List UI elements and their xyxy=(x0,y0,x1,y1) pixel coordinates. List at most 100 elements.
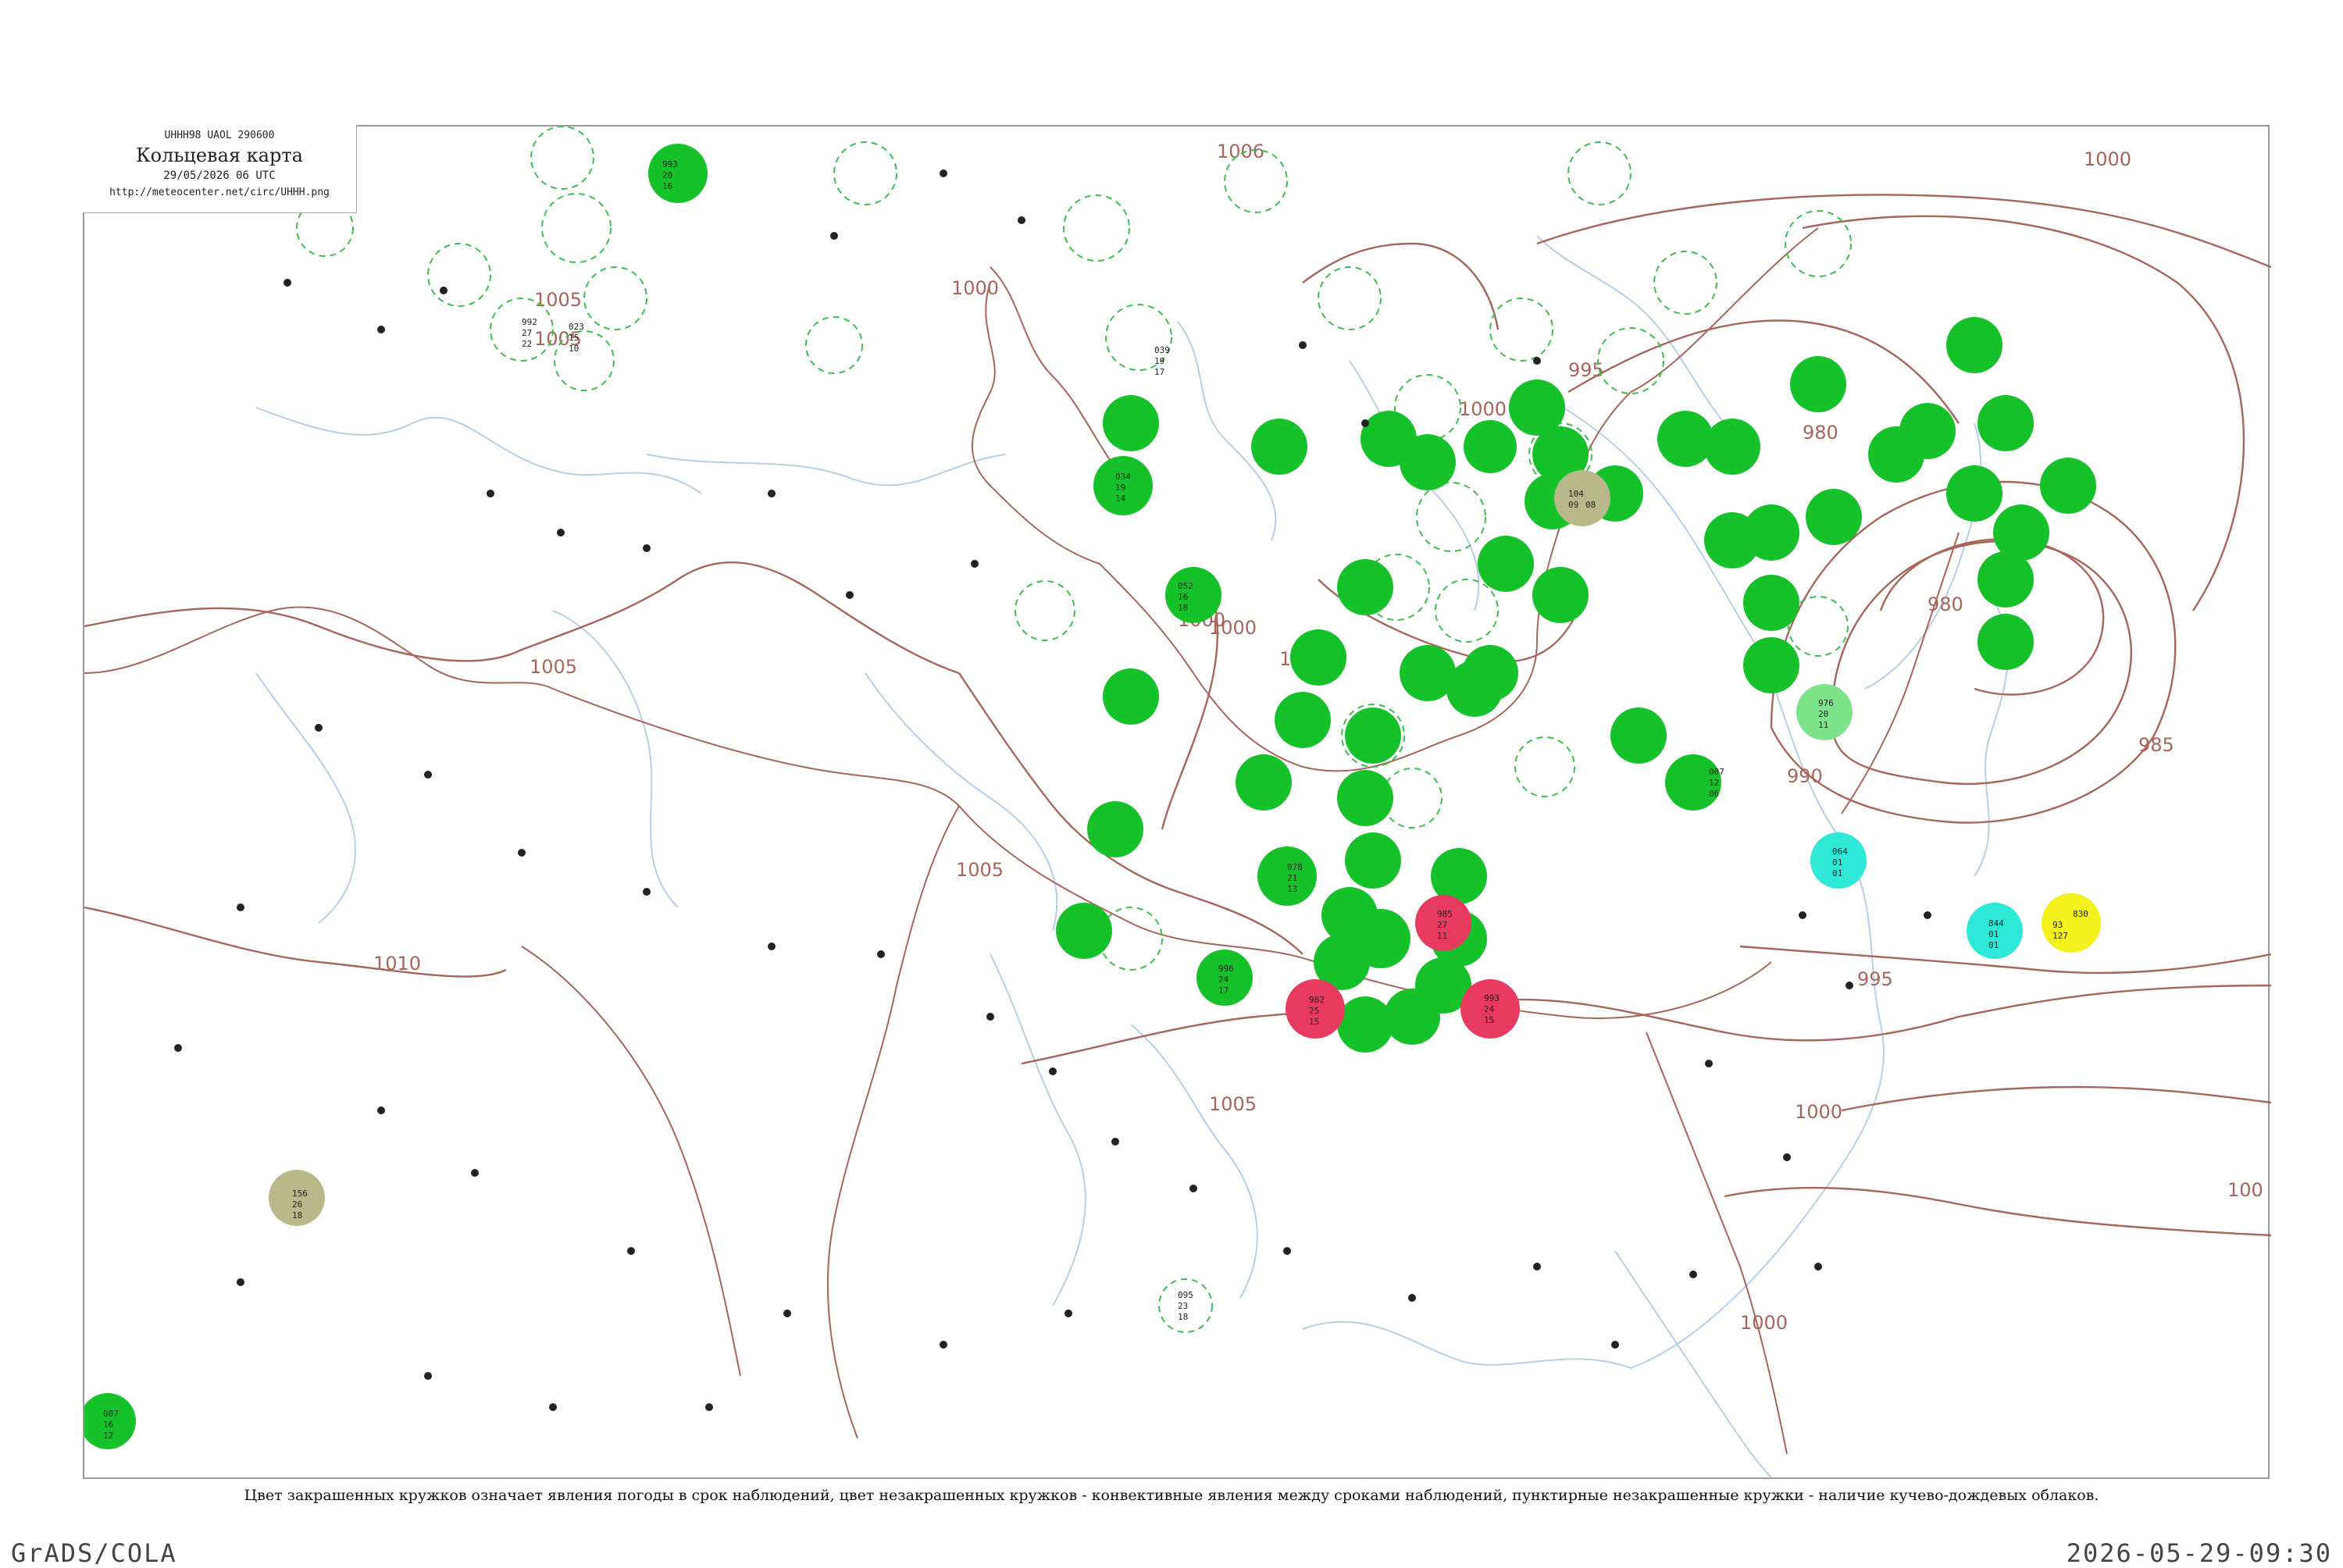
station-marker xyxy=(1111,1138,1119,1146)
isobar-label: 990 xyxy=(1787,765,1823,787)
isobar-label: 1005 xyxy=(534,289,582,311)
station-marker xyxy=(174,1044,182,1052)
station-marker xyxy=(315,724,323,732)
station-marker xyxy=(549,1403,557,1411)
station-dewpoint: 13 xyxy=(1287,884,1297,894)
station-pressure: 982 xyxy=(1309,995,1325,1005)
border xyxy=(826,805,960,1439)
station-temperature: 26 xyxy=(292,1199,302,1210)
station-marker xyxy=(424,771,432,779)
station-marker xyxy=(986,1013,994,1021)
station-dewpoint: 16 xyxy=(662,181,672,191)
station-pressure: 976 xyxy=(1818,698,1834,708)
map-title: Кольцевая карта xyxy=(136,144,303,166)
station-marker xyxy=(971,560,979,568)
rain-circle xyxy=(1165,567,1221,623)
sand-circle xyxy=(2042,893,2101,953)
station-marker xyxy=(627,1247,635,1255)
station-dewpoint: 01 xyxy=(1832,868,1842,878)
station-temperature: 09 xyxy=(1568,500,1578,510)
station-marker xyxy=(940,169,947,177)
station-marker xyxy=(424,1372,432,1380)
river xyxy=(646,454,1007,486)
station-dewpoint: 11 xyxy=(1437,931,1447,941)
rain-circle xyxy=(1290,629,1346,686)
station-marker xyxy=(1361,419,1369,427)
station-marker xyxy=(1533,1263,1541,1270)
station-plot: 007 12 06 xyxy=(1709,767,1724,799)
isobar-label: 1005 xyxy=(956,859,1004,881)
footer-timestamp: 2026-05-29-09:30 xyxy=(2066,1538,2332,1568)
station-temperature: 23 xyxy=(1178,1301,1188,1311)
station-temperature: 16 xyxy=(1178,592,1188,602)
isobar-995 xyxy=(1567,319,1960,424)
station-marker xyxy=(1283,1247,1291,1255)
station-marker xyxy=(705,1403,713,1411)
station-dewpoint: 18 xyxy=(1178,1312,1188,1322)
border xyxy=(84,606,554,690)
isobar-label: 985 xyxy=(2138,734,2174,756)
rain-circle xyxy=(1056,903,1112,959)
cb-circle xyxy=(833,141,897,205)
station-marker xyxy=(783,1310,791,1317)
river xyxy=(1302,1320,1632,1369)
cb-circle xyxy=(1318,266,1382,330)
rain-circle xyxy=(1251,419,1307,475)
rain-circle xyxy=(1103,668,1159,725)
map-caption: Цвет закрашенных кружков означает явлени… xyxy=(244,1487,2099,1504)
station-marker xyxy=(1924,911,1931,919)
station-dewpoint: 17 xyxy=(1218,985,1229,996)
isobar-label: 1010 xyxy=(373,953,421,975)
isobar-label: 980 xyxy=(1928,593,1963,615)
station-marker xyxy=(377,1107,385,1114)
station-dewpoint: 10 xyxy=(1178,603,1188,613)
rain-circle xyxy=(1103,395,1159,451)
isobar-label: 1006 xyxy=(1217,141,1264,162)
rain-circle xyxy=(1532,567,1589,623)
isobar-label: 995 xyxy=(1857,968,1893,990)
rain-circle xyxy=(1946,317,2002,373)
station-marker xyxy=(768,490,776,497)
station-dewpoint: 01 xyxy=(1988,940,1999,950)
station-temperature: 12 xyxy=(1709,778,1719,788)
station-dewpoint: 17 xyxy=(1154,367,1164,377)
station-marker xyxy=(440,287,448,294)
rain-circle xyxy=(1899,403,1956,459)
station-marker xyxy=(1049,1067,1057,1075)
station-marker xyxy=(518,849,526,857)
station-temperature: 24 xyxy=(1484,1004,1495,1014)
cb-circle xyxy=(1597,327,1664,394)
station-pressure: 993 xyxy=(662,159,678,169)
station-temperature: 21 xyxy=(1287,873,1297,883)
isobar-1005-west xyxy=(84,561,960,675)
border xyxy=(521,946,741,1377)
station-pressure: 039 xyxy=(1154,345,1170,355)
rain-circle xyxy=(1345,707,1401,764)
rain-circle xyxy=(1509,380,1565,436)
rain-circle xyxy=(1087,801,1143,857)
border xyxy=(1630,227,1819,393)
border xyxy=(972,282,1100,565)
station-marker xyxy=(643,888,651,896)
isobar-label: 1005 xyxy=(1209,1093,1257,1115)
border xyxy=(552,688,960,807)
isobar-1010 xyxy=(84,906,507,978)
station-marker xyxy=(830,232,838,240)
station-temperature: 16 xyxy=(103,1420,113,1430)
station-temperature: 20 xyxy=(662,170,672,180)
station-dewpoint: 10 xyxy=(569,344,579,354)
station-marker xyxy=(284,279,291,287)
rain-circle xyxy=(1704,419,1760,475)
station-marker xyxy=(1533,357,1541,365)
rain-circle xyxy=(1337,559,1393,615)
cb-circle xyxy=(1785,210,1852,277)
station-marker xyxy=(1189,1185,1197,1192)
station-dewpoint: 06 xyxy=(1709,789,1719,799)
isobar-label: 980 xyxy=(1803,422,1838,444)
rain-circle xyxy=(1977,614,2034,670)
cb-circle xyxy=(1063,194,1130,262)
cb-circle xyxy=(1653,251,1717,315)
station-marker xyxy=(768,943,776,950)
cb-circle xyxy=(530,127,594,190)
rain-circle xyxy=(1384,989,1440,1045)
